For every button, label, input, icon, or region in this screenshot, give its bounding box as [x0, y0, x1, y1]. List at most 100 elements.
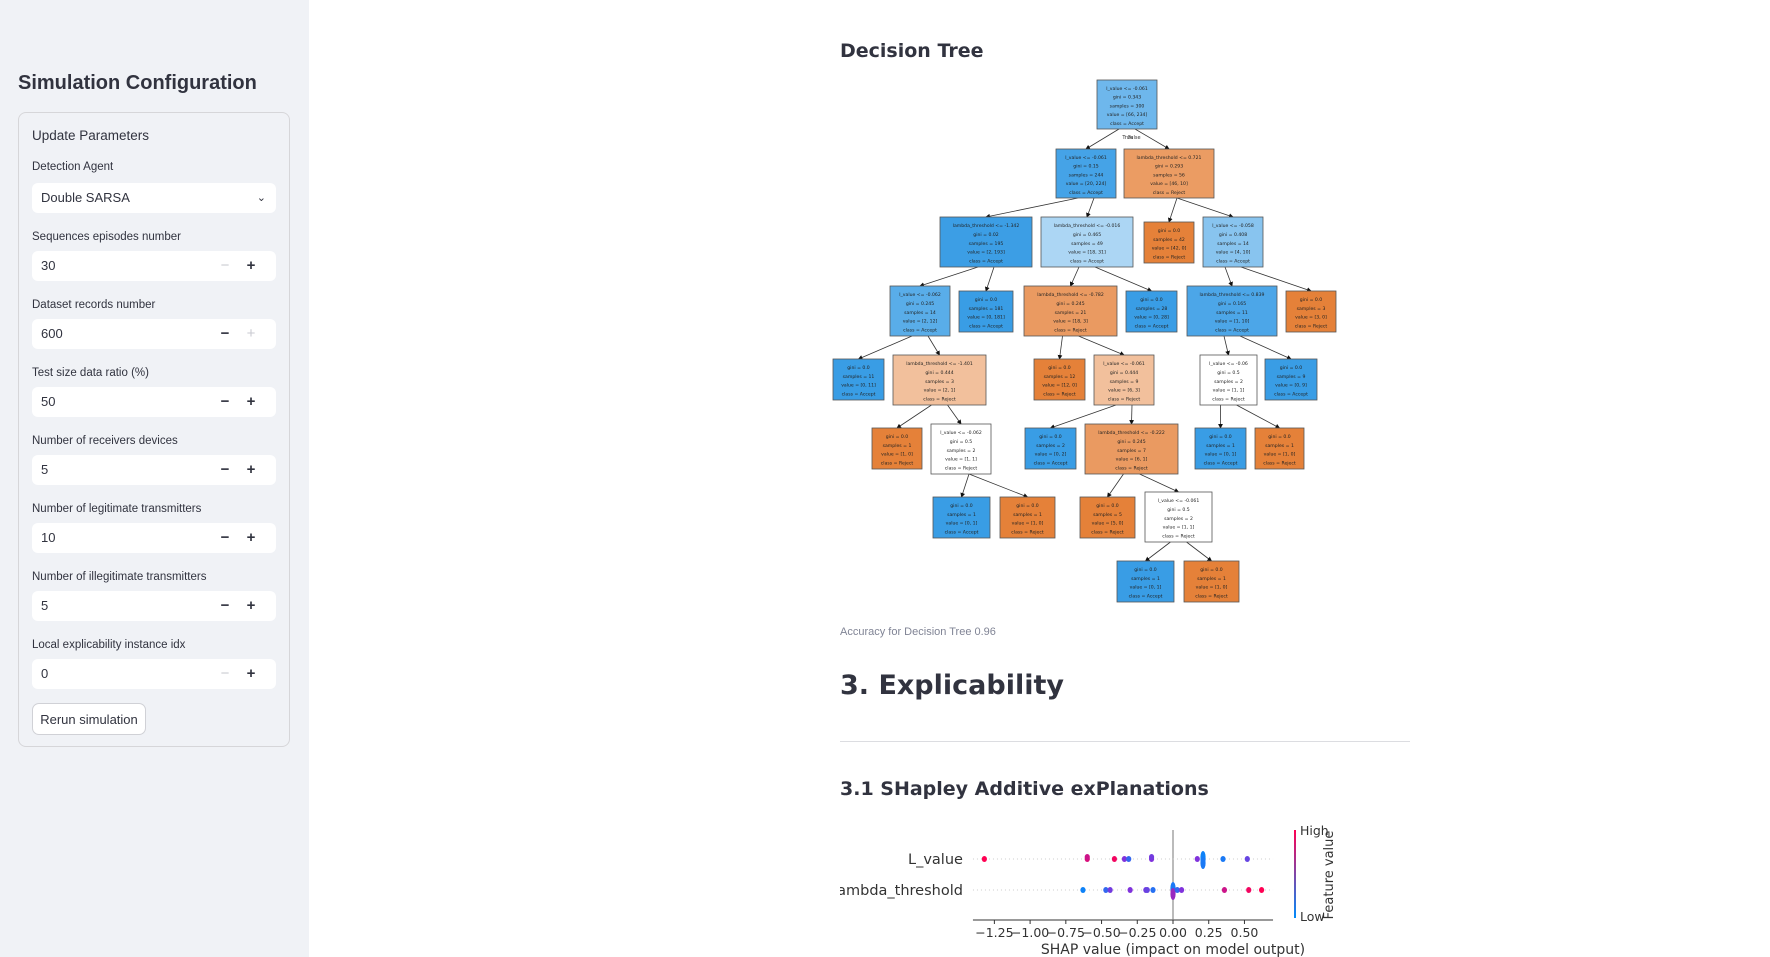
tree-edge [1167, 197, 1178, 223]
input-value[interactable]: 0 [41, 659, 48, 689]
input-value[interactable]: 5 [41, 591, 48, 621]
decrement-button[interactable]: − [212, 455, 238, 485]
tree-node-text: samples = 1 [883, 443, 912, 449]
number-input[interactable]: 10 − + [32, 523, 276, 553]
tree-node-text: value = [66, 234] [1107, 112, 1148, 118]
tree-node-text: class = Reject [1108, 397, 1141, 403]
tree-node-text: gini = 0.408 [1219, 232, 1247, 238]
increment-button[interactable]: + [238, 387, 264, 417]
tree-edge [1144, 541, 1171, 562]
decrement-button[interactable]: − [212, 591, 238, 621]
tree-node-text: gini = 0.165 [1218, 301, 1246, 307]
decrement-button[interactable]: − [212, 659, 238, 689]
tree-node-text: class = Reject [1043, 392, 1076, 398]
x-tick-label: −1.00 [1011, 925, 1049, 940]
tree-edge [1057, 335, 1063, 360]
input-value[interactable]: 30 [41, 251, 55, 281]
shap-point [981, 856, 987, 862]
number-input[interactable]: 30 − + [32, 251, 276, 281]
tree-node-text: gini = 0.0 [1140, 297, 1163, 303]
tree-node-text: class = Reject [881, 461, 914, 467]
increment-button[interactable]: + [238, 455, 264, 485]
tree-node-text: class = Accept [1204, 461, 1238, 467]
tree-node-text: samples = 12 [1044, 374, 1076, 380]
tree-node-text: gini = 0.0 [1134, 567, 1157, 573]
tree-node-text: value = [1, 0] [1012, 521, 1044, 527]
x-tick-label: 0.00 [1159, 925, 1187, 940]
tree-node-text: value = [1, 1] [945, 457, 977, 463]
rerun-simulation-button[interactable]: Rerun simulation [32, 703, 146, 735]
tree-node-text: value = [12, 0] [1042, 383, 1077, 389]
field-label: Dataset records number [32, 299, 156, 311]
tree-node-text: l_value <= -0.058 [1212, 223, 1254, 229]
decrement-button[interactable]: − [212, 387, 238, 417]
detection-agent-select[interactable]: Double SARSA ⌄ [32, 183, 276, 213]
input-value[interactable]: 5 [41, 455, 48, 485]
tree-node-text: samples = 9 [1110, 379, 1139, 385]
tree-node-text: gini = 0.0 [886, 434, 909, 440]
shap-point [1080, 887, 1086, 893]
input-value[interactable]: 10 [41, 523, 55, 553]
tree-node-text: gini = 0.15 [1073, 164, 1098, 170]
tree-node-text: gini = 0.0 [1209, 434, 1232, 440]
tree-node-text: gini = 0.0 [1096, 503, 1119, 509]
tree-node-text: samples = 1 [1206, 443, 1235, 449]
number-input[interactable]: 600 − + [32, 319, 276, 349]
tree-node-text: lambda_threshold <= -0.782 [1037, 292, 1104, 298]
tree-node-text: samples = 11 [843, 374, 875, 380]
input-value[interactable]: 50 [41, 387, 55, 417]
tree-edge [947, 404, 962, 425]
decrement-button[interactable]: − [212, 251, 238, 281]
tree-node-text: l_value <= -0.061 [1106, 86, 1148, 92]
tree-node-text: l_value <= -0.062 [940, 430, 982, 436]
increment-button[interactable]: + [238, 591, 264, 621]
field-label: Number of receivers devices [32, 435, 178, 447]
tree-node-text: gini = 0.0 [1016, 503, 1039, 509]
number-input[interactable]: 5 − + [32, 455, 276, 485]
tree-node-text: value = [0, 28] [1134, 315, 1169, 321]
colorbar [1294, 830, 1296, 918]
tree-edge [1223, 335, 1230, 356]
field-label: Number of illegitimate transmitters [32, 571, 207, 583]
tree-node-text: lambda_threshold <= -0.222 [1098, 430, 1165, 436]
increment-button[interactable]: + [238, 251, 264, 281]
number-input[interactable]: 0 − + [32, 659, 276, 689]
tree-node-text: value = [2, 193] [967, 250, 1005, 256]
tree-node-text: value = [5, 0] [1092, 521, 1124, 527]
parameters-form: Update Parameters Detection Agent Double… [18, 112, 290, 747]
input-value[interactable]: 600 [41, 319, 63, 349]
tree-node-text: gini = 0.0 [1039, 434, 1062, 440]
decrement-button[interactable]: − [212, 523, 238, 553]
decrement-button[interactable]: − [212, 319, 238, 349]
detection-agent-label: Detection Agent [32, 161, 114, 173]
tree-edge [1086, 197, 1095, 218]
tree-node-text: value = [42, 0] [1152, 246, 1187, 252]
tree-node-text: samples = 2 [1164, 516, 1193, 522]
tree-node-text: class = Accept [1110, 121, 1144, 127]
shap-point [1178, 887, 1185, 893]
decision-tree-diagram: TrueFalsel_value <= -0.061gini = 0.343sa… [832, 79, 1337, 603]
shap-point [1221, 887, 1228, 893]
tree-node-text: class = Reject [1162, 534, 1195, 540]
tree-node-text: samples = 9 [1277, 374, 1306, 380]
tree-node-text: class = Reject [945, 466, 978, 472]
shap-point [1111, 856, 1118, 862]
tree-node-text: samples = 2 [947, 448, 976, 454]
x-tick-label: 0.50 [1231, 925, 1259, 940]
tree-node-text: samples = 14 [1217, 241, 1249, 247]
number-input[interactable]: 5 − + [32, 591, 276, 621]
increment-button[interactable]: + [238, 523, 264, 553]
shap-summary-plot: −1.25−1.00−0.75−0.50−0.25 0.00 0.25 0.50 SHA… [840, 823, 1337, 957]
shap-point [1126, 856, 1132, 862]
increment-button[interactable]: + [238, 319, 264, 349]
tree-node-text: samples = 1 [1013, 512, 1042, 518]
tree-node-text: class = Accept [1129, 594, 1163, 600]
number-input[interactable]: 50 − + [32, 387, 276, 417]
shap-point [1107, 887, 1113, 893]
colorbar-title: Feature value [1322, 831, 1337, 920]
field-label: Test size data ratio (%) [32, 367, 149, 379]
tree-node-text: class = Accept [1069, 190, 1103, 196]
increment-button[interactable]: + [238, 659, 264, 689]
sidebar: Simulation Configuration Update Paramete… [0, 0, 309, 957]
tree-node-text: class = Accept [945, 530, 979, 536]
